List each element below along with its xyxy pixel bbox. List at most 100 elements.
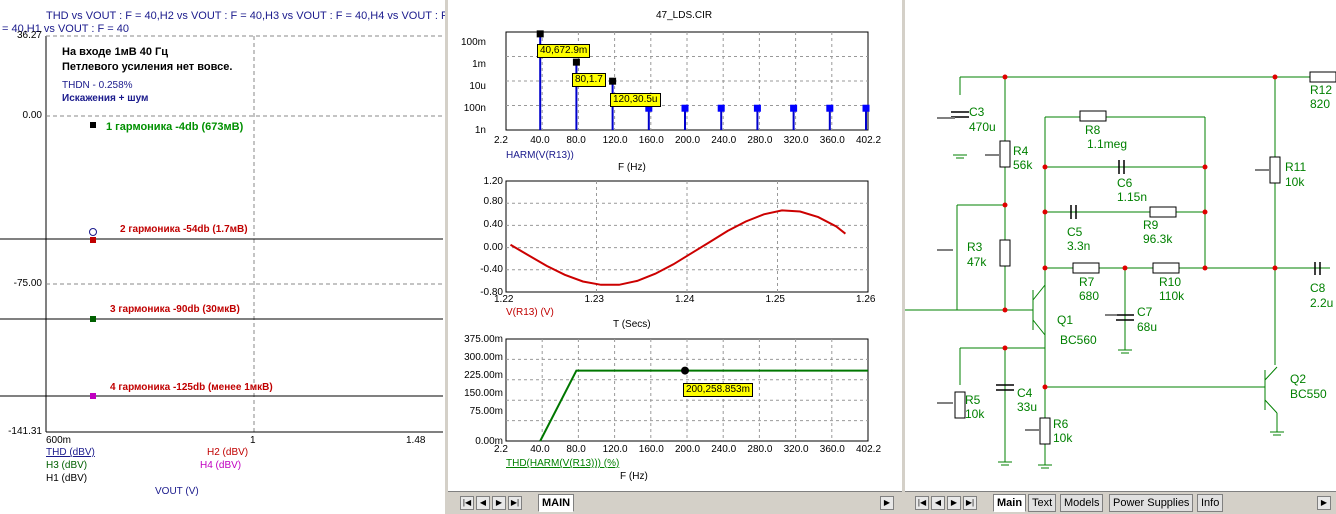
harm-point — [826, 104, 834, 112]
y-tick-label: 36.27 — [16, 30, 42, 41]
thd-x-tick: 40.0 — [530, 444, 550, 455]
harm-x-axis-label: F (Hz) — [618, 162, 646, 173]
r6-value: 10k — [1053, 431, 1073, 445]
c6-label: C6 — [1117, 176, 1133, 190]
harm-x-tick: 80.0 — [566, 135, 586, 146]
thd-cursor-point — [681, 366, 690, 375]
tab-main[interactable]: MAIN — [538, 494, 575, 512]
last-page-button[interactable]: ▶| — [508, 496, 522, 510]
thd-x-tick: 80.0 — [566, 444, 586, 455]
harm-point — [717, 104, 725, 112]
r7-label: R7 — [1079, 275, 1095, 289]
scroll-right-button[interactable]: ▶ — [880, 496, 894, 510]
thd-y-tick: 150.00m — [464, 388, 503, 399]
r3-label: R3 — [967, 240, 983, 254]
c8-label: C8 — [1310, 281, 1326, 295]
harm-x-tick: 200.0 — [675, 135, 701, 146]
thd-x-tick: 240.0 — [711, 444, 737, 455]
harm-y-tick: 100n — [463, 103, 486, 114]
tab-info[interactable]: Info — [1197, 494, 1224, 512]
harm-y-tick: 1n — [474, 125, 486, 136]
note-line1: На входе 1мВ 40 Гц — [62, 46, 168, 58]
thd-x-tick: 120.0 — [602, 444, 628, 455]
r5-label: R5 — [965, 393, 981, 407]
legend-h4[interactable]: H4 (dBV) — [200, 460, 241, 471]
first-page-button[interactable]: |◀ — [460, 496, 474, 510]
c8-value: 2.2u — [1310, 296, 1334, 310]
tab-power-supplies[interactable]: Power Supplies — [1109, 494, 1194, 512]
middle-tab-bar: |◀ ◀ ▶ ▶| MAIN ▶ — [448, 491, 902, 514]
thd-series-line — [539, 369, 868, 442]
tab-text[interactable]: Text — [1028, 494, 1057, 512]
harm-x-tick: 320.0 — [783, 135, 809, 146]
r4-label: R4 — [1013, 144, 1029, 158]
r6-label: R6 — [1053, 417, 1069, 431]
tab-models[interactable]: Models — [1060, 494, 1104, 512]
tran-y-tick: -0.40 — [480, 264, 503, 275]
harm-x-tick: 402.2 — [856, 135, 882, 146]
next-page-button[interactable]: ▶ — [492, 496, 506, 510]
c6-value: 1.15n — [1117, 190, 1148, 204]
junction-dots — [1002, 74, 1278, 390]
scroll-right-button[interactable]: ▶ — [1317, 496, 1331, 510]
thdn-value: THDN - 0.258% — [62, 80, 133, 91]
harm-flag-2: 80,1.7 — [572, 73, 606, 87]
harm-series-label: HARM(V(R13)) — [506, 150, 574, 161]
r3-value: 47k — [967, 255, 987, 269]
note-line2: Петлевого усиления нет вовсе. — [62, 61, 233, 73]
r12-label: R12 — [1310, 83, 1333, 97]
y-tick-label: 0.00 — [22, 110, 42, 121]
h3-marker — [90, 316, 96, 322]
thd-y-tick: 375.00m — [464, 334, 503, 345]
legend-h3[interactable]: H3 (dBV) — [46, 460, 87, 471]
tran-x-tick: 1.23 — [584, 294, 604, 305]
prev-page-button[interactable]: ◀ — [476, 496, 490, 510]
components — [954, 71, 1336, 445]
legend-thd[interactable]: THD (dBV) — [46, 447, 95, 458]
h2-marker — [90, 237, 96, 243]
r10-value: 110k — [1159, 289, 1185, 303]
fourier-panel: 47_LDS.CIR 100m 1m 10u 100n 1n 2.2 40.0 80… — [448, 0, 905, 514]
r9-value: 96.3k — [1143, 232, 1173, 246]
harm-point — [681, 104, 689, 112]
thd-x-tick: 320.0 — [783, 444, 809, 455]
tran-series-label: V(R13) (V) — [506, 307, 554, 318]
c5-value: 3.3n — [1067, 239, 1091, 253]
c4-value: 33u — [1017, 400, 1038, 414]
thd-x-axis-label: F (Hz) — [620, 471, 648, 482]
first-page-button[interactable]: |◀ — [915, 496, 929, 510]
harm-point — [536, 30, 544, 38]
harm-x-tick: 240.0 — [711, 135, 737, 146]
legend-h2[interactable]: H2 (dBV) — [207, 447, 248, 458]
fourier-plots[interactable] — [448, 0, 902, 514]
h4-annotation: 4 гармоника -125db (менее 1мкВ) — [110, 382, 273, 393]
thd-y-tick: 300.00m — [464, 352, 503, 363]
prev-page-button[interactable]: ◀ — [931, 496, 945, 510]
tab-main[interactable]: Main — [993, 494, 1027, 512]
dc-sweep-panel: THD vs VOUT : F = 40,H2 vs VOUT : F = 40… — [0, 0, 448, 514]
c7-value: 68u — [1137, 320, 1158, 334]
y-tick-label: -141.31 — [8, 426, 42, 437]
thd-x-tick: 402.2 — [856, 444, 882, 455]
thd-y-tick: 225.00m — [464, 370, 503, 381]
h2-annotation: 2 гармоника -54db (1.7мВ) — [120, 224, 248, 235]
harm-point — [790, 104, 798, 112]
harm-flag-1: 40,672.9m — [537, 44, 591, 58]
tran-x-tick: 1.22 — [494, 294, 514, 305]
next-page-button[interactable]: ▶ — [947, 496, 961, 510]
tran-y-tick: 0.40 — [483, 219, 503, 230]
schematic-tab-bar: |◀ ◀ ▶ ▶| Main Text Models Power Supplie… — [905, 491, 1336, 514]
q1-value: BC560 — [1060, 333, 1097, 347]
thd-x-tick: 360.0 — [819, 444, 845, 455]
thd-x-tick: 280.0 — [747, 444, 773, 455]
harm-point — [609, 77, 617, 85]
x-tick-label: 1.48 — [406, 435, 426, 446]
noise-label: Искажения + шум — [62, 93, 149, 104]
thd-flag: 200,258.853m — [683, 383, 753, 397]
last-page-button[interactable]: ▶| — [963, 496, 977, 510]
h3-annotation: 3 гармоника -90db (30мкВ) — [110, 304, 240, 315]
legend-h1[interactable]: H1 (dBV) — [46, 473, 87, 484]
x-tick-label: 1 — [250, 435, 256, 446]
harm-point — [862, 104, 870, 112]
thd-x-tick: 200.0 — [675, 444, 701, 455]
